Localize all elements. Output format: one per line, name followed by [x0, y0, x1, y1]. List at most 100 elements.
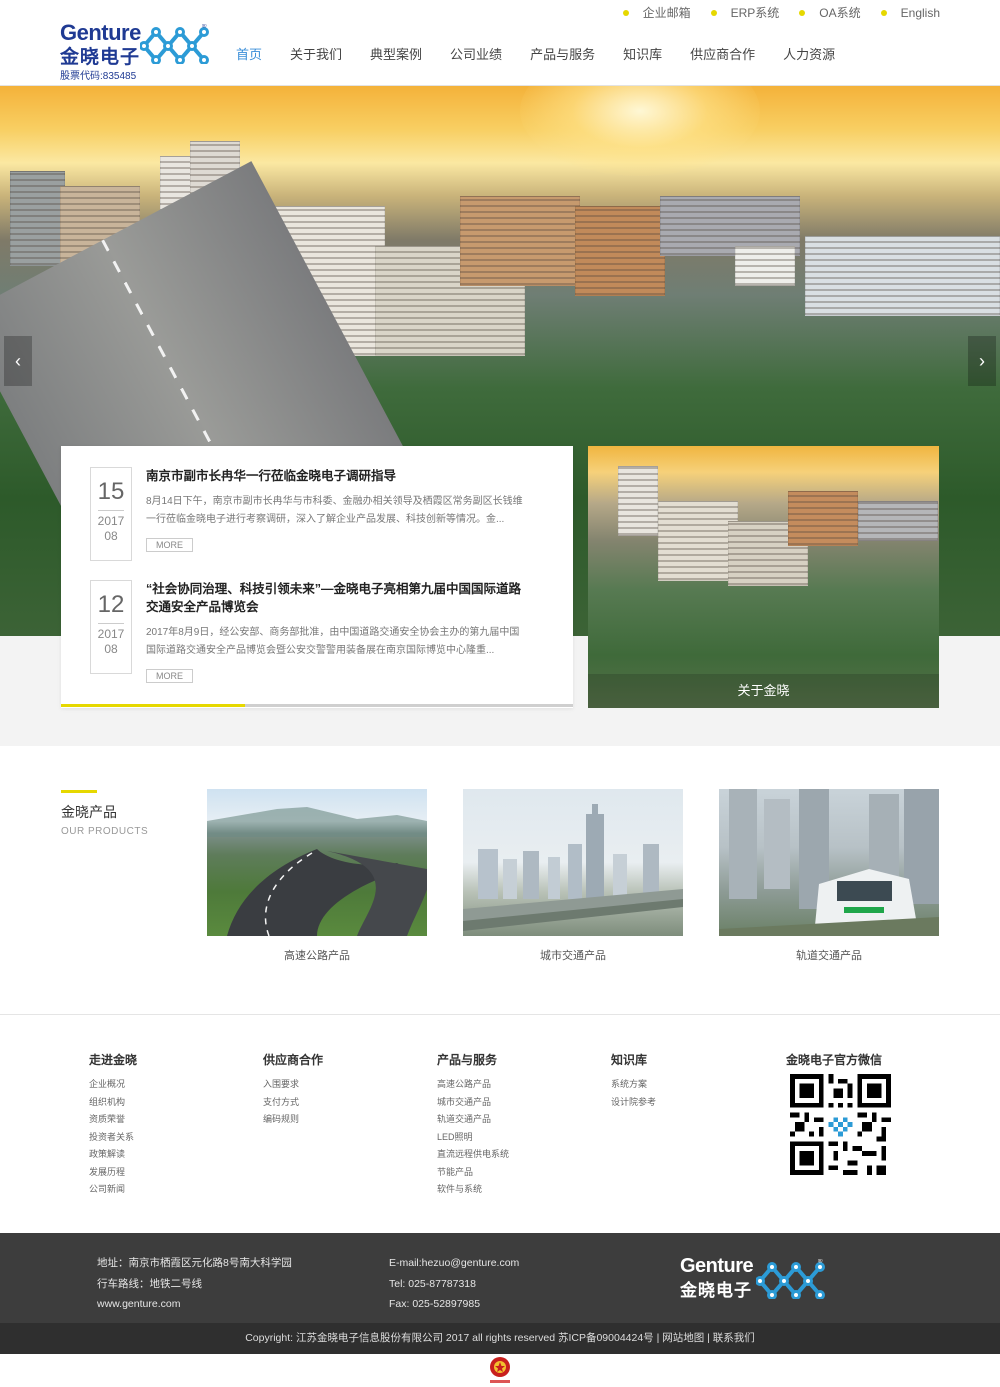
nav-cases[interactable]: 典型案例	[356, 44, 436, 63]
footer-link[interactable]: 发展历程	[89, 1164, 249, 1182]
footer-link[interactable]: 入围要求	[263, 1076, 423, 1094]
footer-fax: Fax: 025-52897985	[389, 1298, 481, 1310]
footer-link[interactable]: 设计院参考	[611, 1094, 771, 1112]
sitemap-link[interactable]: 网站地图	[662, 1332, 704, 1344]
footer-link[interactable]: 编码规则	[263, 1111, 423, 1129]
top-link-erp[interactable]: ERP系统	[710, 4, 779, 21]
footer-link[interactable]: 支付方式	[263, 1094, 423, 1112]
nav-knowledge[interactable]: 知识库	[609, 44, 676, 63]
logo-text-cn: 金晓电子	[60, 47, 141, 68]
hero-building	[805, 236, 1000, 316]
product-card-urban[interactable]: 城市交通产品	[463, 789, 683, 963]
police-badge-icon[interactable]	[486, 1355, 514, 1385]
footer-link[interactable]: 直流远程供电系统	[437, 1146, 597, 1164]
about-card-label: 关于金晓	[588, 674, 939, 708]
nav-home[interactable]: 首页	[236, 44, 276, 63]
contact-link[interactable]: 联系我们	[713, 1332, 755, 1344]
news-month: 08	[104, 529, 118, 543]
footer-contact: 地址：南京市栖霞区元化路8号南大科学园 行车路线：地铁二号线 www.gentu…	[0, 1233, 1000, 1323]
footer-link[interactable]: 高速公路产品	[437, 1076, 597, 1094]
news-date-badge: 12 2017 08	[90, 580, 132, 674]
footer-logo-cn: 金晓电子	[680, 1281, 752, 1300]
hero-next-button[interactable]: ›	[968, 336, 996, 386]
footer-website-link[interactable]: www.genture.com	[97, 1294, 292, 1315]
site-header: Genture 金晓电子 股票代码:835485 ® 企业邮箱 ERP系统 OA…	[0, 0, 1000, 86]
footer-link[interactable]: 节能产品	[437, 1164, 597, 1182]
footer-column-title: 产品与服务	[437, 1053, 498, 1067]
footer-email[interactable]: E-mail:hezuo@genture.com	[389, 1253, 519, 1274]
news-title-link[interactable]: 南京市副市长冉华一行莅临金晓电子调研指导	[146, 467, 526, 485]
news-day: 15	[97, 478, 125, 505]
footer-column-title: 供应商合作	[263, 1053, 324, 1067]
footer-contact-block: E-mail:hezuo@genture.com Tel: 025-877873…	[389, 1253, 519, 1315]
footer-link[interactable]: 投资者关系	[89, 1129, 249, 1147]
product-card-highway[interactable]: 高速公路产品	[207, 789, 427, 963]
footer-logo-en: Genture	[680, 1255, 754, 1277]
footer-link[interactable]: 公司新闻	[89, 1181, 249, 1199]
about-card[interactable]: 关于金晓	[588, 446, 939, 708]
footer-link[interactable]: 政策解读	[89, 1146, 249, 1164]
footer-column-wechat: 金晓电子官方微信	[786, 1051, 946, 1076]
logo-hexagon-icon: ®	[140, 24, 209, 64]
copyright-bar: Copyright: 江苏金晓电子信息股份有限公司 2017 all right…	[0, 1323, 1000, 1354]
news-title-link[interactable]: “社会协同治理、科技引领未来”—金晓电子亮相第九届中国国际道路交通安全产品博览会	[146, 580, 526, 616]
products-title-cn: 金晓产品	[61, 804, 117, 820]
news-progress-fill	[61, 704, 246, 707]
news-day: 12	[97, 591, 125, 618]
footer-link[interactable]: 系统方案	[611, 1076, 771, 1094]
news-summary: 8月14日下午，南京市副市长冉华与市科委、金融办相关领导及栖霞区常务副区长钱维一…	[146, 496, 523, 525]
footer-column-products: 产品与服务 高速公路产品 城市交通产品 轨道交通产品 LED照明 直流远程供电系…	[437, 1051, 597, 1199]
dot-icon	[710, 9, 717, 16]
chevron-right-icon: ›	[979, 350, 985, 371]
top-link-oa[interactable]: OA系统	[799, 4, 861, 21]
nav-suppliers[interactable]: 供应商合作	[676, 44, 769, 63]
footer-link[interactable]: 城市交通产品	[437, 1094, 597, 1112]
footer-link[interactable]: 企业概况	[89, 1076, 249, 1094]
product-image-highway	[207, 789, 427, 936]
main-nav: 首页 关于我们 典型案例 公司业绩 产品与服务 知识库 供应商合作 人力资源	[236, 44, 849, 63]
footer-link[interactable]: 软件与系统	[437, 1181, 597, 1199]
nav-products-services[interactable]: 产品与服务	[516, 44, 609, 63]
wechat-qr-code	[790, 1074, 891, 1175]
svg-text:®: ®	[202, 24, 207, 30]
footer-link[interactable]: 组织机构	[89, 1094, 249, 1112]
site-logo[interactable]: Genture 金晓电子 股票代码:835485 ®	[60, 20, 220, 82]
product-image-rail	[719, 789, 939, 936]
footer-link[interactable]: 轨道交通产品	[437, 1111, 597, 1129]
hero-building	[735, 246, 795, 286]
product-label: 轨道交通产品	[796, 950, 862, 962]
logo-hexagon-icon: ®	[756, 1259, 825, 1299]
hero-prev-button[interactable]: ‹	[4, 336, 32, 386]
nav-about[interactable]: 关于我们	[276, 44, 356, 63]
footer-route: 行车路线：地铁二号线	[97, 1277, 202, 1290]
footer-column-about: 走进金晓 企业概况 组织机构 资质荣誉 投资者关系 政策解读 发展历程 公司新闻	[89, 1051, 249, 1199]
hero-sunlight	[520, 86, 760, 176]
chevron-left-icon: ‹	[15, 350, 21, 371]
nav-performance[interactable]: 公司业绩	[436, 44, 516, 63]
product-card-rail[interactable]: 轨道交通产品	[719, 789, 939, 963]
footer-link[interactable]: LED照明	[437, 1129, 597, 1147]
about-building	[788, 491, 858, 546]
copyright-text: Copyright: 江苏金晓电子信息股份有限公司 2017 all right…	[245, 1332, 654, 1344]
news-summary: 2017年8月9日，经公安部、商务部批准，由中国道路交通安全协会主办的第九届中国…	[146, 627, 520, 656]
product-label: 城市交通产品	[540, 950, 606, 962]
news-more-button[interactable]: MORE	[146, 669, 193, 683]
nav-hr[interactable]: 人力资源	[769, 44, 849, 63]
footer-column-title: 知识库	[611, 1053, 648, 1067]
news-year: 2017	[97, 514, 125, 528]
news-carousel-progress	[61, 704, 573, 707]
dot-icon	[799, 9, 806, 16]
hero-building	[575, 206, 665, 296]
news-year: 2017	[97, 627, 125, 641]
about-building	[618, 466, 658, 536]
footer-column-knowledge: 知识库 系统方案 设计院参考	[611, 1051, 771, 1111]
top-link-english[interactable]: English	[880, 4, 940, 21]
top-link-email[interactable]: 企业邮箱	[622, 4, 691, 21]
products-title-en: OUR PRODUCTS	[61, 826, 149, 837]
product-image-urban	[463, 789, 683, 936]
products-heading: 金晓产品 OUR PRODUCTS	[61, 790, 148, 837]
footer-tel: Tel: 025-87787318	[389, 1277, 476, 1290]
footer-address-block: 地址：南京市栖霞区元化路8号南大科学园 行车路线：地铁二号线 www.gentu…	[97, 1253, 292, 1315]
news-more-button[interactable]: MORE	[146, 538, 193, 552]
footer-link[interactable]: 资质荣誉	[89, 1111, 249, 1129]
